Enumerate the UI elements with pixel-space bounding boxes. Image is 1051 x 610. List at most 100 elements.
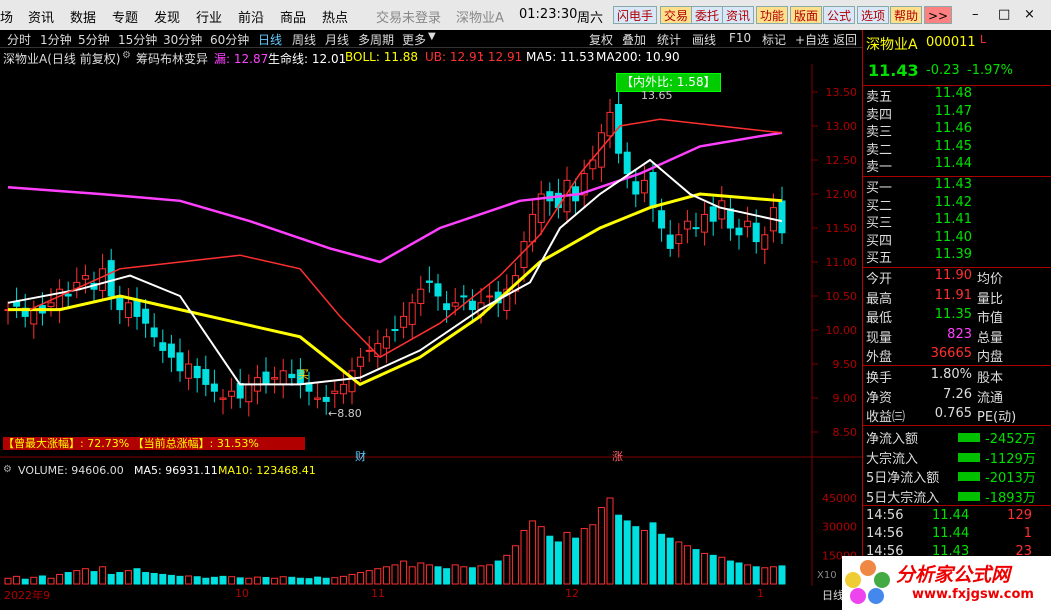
menu-item[interactable]: 场 xyxy=(0,7,13,26)
function-button[interactable]: 功能 xyxy=(756,6,789,24)
period-tab[interactable]: 30分钟 xyxy=(163,31,202,48)
menu-item[interactable]: 发现 xyxy=(154,7,180,26)
candle-body xyxy=(271,377,279,380)
candle-body xyxy=(761,234,769,250)
help-button[interactable]: 帮助 xyxy=(890,6,923,24)
lightning-trade-button[interactable]: 闪电手 xyxy=(613,6,658,24)
volume-bar xyxy=(210,576,218,585)
volume-bar xyxy=(451,564,459,585)
high-price-label: 13.65 xyxy=(641,89,673,102)
close-icon[interactable]: × xyxy=(1024,7,1035,22)
gear-icon[interactable]: ⚙ xyxy=(122,50,131,61)
candle-body xyxy=(640,179,648,194)
login-status[interactable]: 交易未登录 xyxy=(376,7,441,26)
period-tab[interactable]: 多周期 xyxy=(358,31,394,48)
volume-bar xyxy=(477,565,485,585)
mark-button[interactable]: 标记 xyxy=(762,31,786,48)
period-tab[interactable]: 周线 xyxy=(292,31,316,48)
volume-bar xyxy=(744,564,752,585)
back-button[interactable]: 返回 xyxy=(833,31,857,48)
period-tab[interactable]: 5分钟 xyxy=(78,31,110,48)
candle-body xyxy=(288,373,296,379)
watermark-text: 分析家公式网 xyxy=(896,564,1011,586)
stats-button[interactable]: 统计 xyxy=(657,31,681,48)
ask-price: 11.45 xyxy=(934,138,972,154)
flow-label: 净流入额 xyxy=(866,432,919,447)
period-tab-more[interactable]: 更多 xyxy=(402,31,426,48)
volume-bar xyxy=(365,570,373,585)
period-tab-active[interactable]: 日线 xyxy=(258,31,282,48)
bid-price: 11.40 xyxy=(934,229,972,245)
period-bar: 分时 1分钟 5分钟 15分钟 30分钟 60分钟 日线 周线 月线 多周期 更… xyxy=(0,30,862,48)
candle-body xyxy=(219,397,227,400)
price-tick-label: 10.50 xyxy=(826,290,858,303)
ma5-line xyxy=(7,158,783,386)
menu-item[interactable]: 行业 xyxy=(196,7,222,26)
adjust-button[interactable]: 复权 xyxy=(589,31,613,48)
menu-item[interactable]: 商品 xyxy=(280,7,306,26)
limit-up-marker[interactable]: 涨 xyxy=(612,448,623,464)
candle-body xyxy=(322,396,330,402)
restore-icon[interactable]: □ xyxy=(998,7,1010,22)
volume-bar xyxy=(279,576,287,585)
period-indicator[interactable]: 日线 xyxy=(822,587,844,603)
draw-button[interactable]: 画线 xyxy=(692,31,716,48)
kline-chart[interactable]: 13.50 13.00 12.50 12.00 11.50 11.00 10.50 10.00… xyxy=(0,64,862,610)
volume-bar xyxy=(288,576,296,585)
candle-body xyxy=(339,383,347,395)
menu-item[interactable]: 专题 xyxy=(112,7,138,26)
stats-banner: 【曾最大涨幅】: 72.73% 【当前总涨幅】: 31.53% xyxy=(3,437,305,450)
candle-body xyxy=(434,283,442,297)
trade-button[interactable]: 交易 xyxy=(660,6,693,24)
menu-item[interactable]: 资讯 xyxy=(28,7,54,26)
volume-bar xyxy=(692,549,700,585)
volume-bar xyxy=(331,577,339,585)
options-button[interactable]: 选项 xyxy=(857,6,890,24)
f10-button[interactable]: F10 xyxy=(729,31,751,45)
menu-item[interactable]: 热点 xyxy=(322,7,348,26)
menu-item[interactable]: 数据 xyxy=(70,7,96,26)
menu-item[interactable]: 前沿 xyxy=(238,7,264,26)
more-menu-button[interactable]: >> xyxy=(924,6,952,24)
add-watchlist-button[interactable]: +自选 xyxy=(795,31,829,48)
period-tab[interactable]: 15分钟 xyxy=(118,31,157,48)
volume-bar xyxy=(90,571,98,585)
candle-body xyxy=(623,151,631,175)
ask-price: 11.46 xyxy=(934,121,972,136)
news-button[interactable]: 资讯 xyxy=(722,6,755,24)
finance-marker[interactable]: 财 xyxy=(355,448,366,464)
formula-button[interactable]: 公式 xyxy=(823,6,856,24)
period-tab[interactable]: 60分钟 xyxy=(210,31,249,48)
volume-bar xyxy=(305,578,313,585)
bid-price: 11.39 xyxy=(934,247,972,262)
candle-body xyxy=(210,383,218,392)
gear-icon[interactable]: ⚙ xyxy=(3,464,12,475)
volume-bar xyxy=(683,545,691,585)
stat-value: 1.80% xyxy=(930,367,972,382)
date-tick: 10 xyxy=(235,587,249,600)
flow-value: -2013万 xyxy=(985,471,1036,486)
candle-body xyxy=(701,213,709,233)
flow-value: -1129万 xyxy=(985,451,1036,467)
candle-body xyxy=(683,220,691,230)
candle-body xyxy=(486,295,494,298)
volume-bar xyxy=(150,572,158,585)
period-tab[interactable]: 1分钟 xyxy=(40,31,72,48)
chevron-down-icon[interactable]: ▼ xyxy=(428,31,436,42)
order-button[interactable]: 委托 xyxy=(691,6,724,24)
volume-bar xyxy=(159,573,167,585)
candle-body xyxy=(709,206,717,222)
minimize-icon[interactable]: – xyxy=(972,7,979,22)
overlay-button[interactable]: 叠加 xyxy=(622,31,646,48)
period-tab[interactable]: 分时 xyxy=(7,31,31,48)
layout-button[interactable]: 版面 xyxy=(790,6,823,24)
weekday: 周六 xyxy=(577,11,604,26)
stat-label: 量比 xyxy=(977,291,1004,307)
volume-bar xyxy=(615,514,623,585)
volume-bar xyxy=(666,537,674,585)
volume-bar xyxy=(649,522,657,585)
indicator-value: UB: 12.91 xyxy=(425,50,485,64)
period-tab[interactable]: 月线 xyxy=(325,31,349,48)
volume-bar xyxy=(56,573,64,585)
flow-label: 5日净流入额 xyxy=(866,471,940,486)
